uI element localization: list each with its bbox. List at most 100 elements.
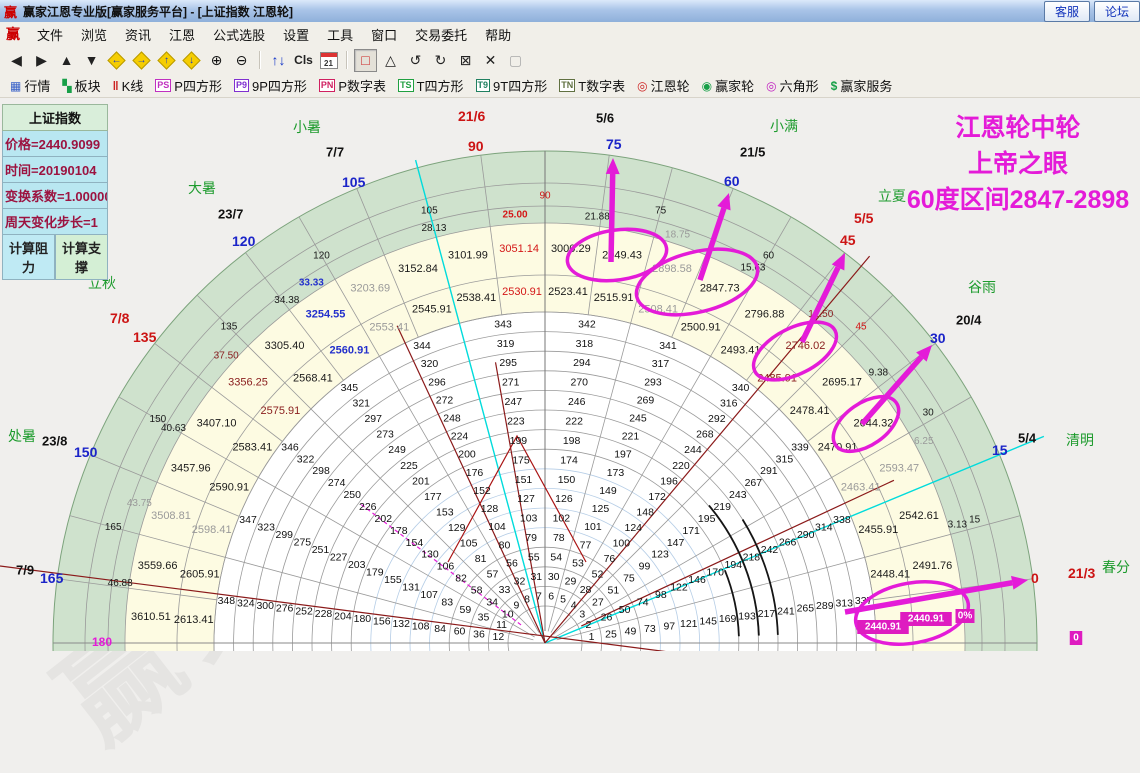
degree-ring-label: 120 — [313, 250, 330, 261]
diamond-right-icon[interactable]: → — [130, 49, 153, 72]
zoom-out-icon[interactable]: ⊖ — [230, 49, 253, 72]
ribbon-item-t-table[interactable]: TN T数字表 — [553, 75, 631, 96]
price-row: 价格=2440.9099 — [2, 131, 108, 157]
nav-left-icon[interactable]: ◀ — [5, 49, 28, 72]
calendar-icon[interactable]: 21 — [317, 49, 340, 72]
cls-button[interactable]: Cls — [292, 49, 315, 72]
spiral-number: 244 — [684, 444, 702, 456]
spiral-number: 267 — [745, 477, 763, 489]
solar-term-label: 春分 — [1102, 559, 1130, 575]
panel-rows: 价格=2440.9099 时间=20190104 变换系数=1.00000 周天变化步… — [2, 131, 108, 235]
chat-bubble-icon[interactable]: ▢ — [504, 49, 527, 72]
ribbon-item-market[interactable]: ▦ 行情 — [4, 75, 56, 96]
calc-resistance-button[interactable]: 计算阻力 — [2, 235, 55, 280]
spiral-number: 274 — [328, 477, 346, 489]
support-button[interactable]: 客服 — [1043, 0, 1090, 22]
diamond-down-icon[interactable]: ↓ — [180, 49, 203, 72]
ribbon-item-sector[interactable]: ▚ 板块 — [56, 75, 106, 96]
ribbon-item-9p-square[interactable]: P9 9P四方形 — [228, 75, 313, 96]
calc-support-button[interactable]: 计算支撑 — [55, 235, 108, 280]
spiral-number: 299 — [276, 529, 294, 541]
ribbon-item-9t-square[interactable]: T9 9T四方形 — [470, 75, 554, 96]
menu-item-window[interactable]: 窗口 — [362, 23, 406, 46]
feature-ribbon: ▦ 行情 ▚ 板块 ‖ K线 PS P四方形 P9 9P四方形 PN P数字表 TS T四方形 T9 9T四方… — [0, 74, 1140, 98]
menu-item-tools[interactable]: 工具 — [318, 23, 362, 46]
brand-icon: 赢 — [6, 26, 20, 42]
degree-ring-label: 105 — [421, 206, 438, 217]
diamond-arrow: → — [136, 54, 147, 66]
spiral-number: 339 — [791, 441, 809, 453]
ribbon-item-winner-service[interactable]: $ 赢家服务 — [825, 75, 899, 96]
ribbon-item-p-table[interactable]: PN P数字表 — [313, 75, 392, 96]
spiral-number: 53 — [572, 557, 584, 569]
spiral-number: 340 — [732, 382, 750, 394]
ribbon-label-t-table: T数字表 — [578, 79, 626, 94]
rotate-ccw-icon[interactable]: ↺ — [404, 49, 427, 72]
ribbon-item-t-square[interactable]: TS T四方形 — [392, 75, 469, 96]
degree-ring-label: 150 — [150, 414, 167, 425]
menu-item-trade[interactable]: 交易委托 — [406, 23, 476, 46]
flag-down-icon[interactable]: ▼ — [80, 49, 103, 72]
spiral-number: 108 — [412, 621, 430, 633]
hexagon-icon: ◎ — [766, 78, 777, 93]
ribbon-label-winner-service: 赢家服务 — [840, 79, 893, 94]
menu-item-help[interactable]: 帮助 — [476, 23, 520, 46]
spiral-number: 56 — [506, 557, 518, 569]
menu-item-settings[interactable]: 设置 — [274, 23, 318, 46]
forum-button[interactable]: 论坛 — [1093, 0, 1140, 22]
menu-item-gann[interactable]: 江恩 — [160, 23, 204, 46]
menu-item-formula-stock[interactable]: 公式选股 — [204, 23, 274, 46]
updown-icon[interactable]: ↑↓ — [267, 49, 290, 72]
toolbar-separator — [259, 51, 261, 69]
menu-item-browse[interactable]: 浏览 — [72, 23, 116, 46]
degree-ring-label: 60 — [763, 250, 775, 261]
spiral-number: 35 — [478, 612, 490, 624]
diamond-left-icon[interactable]: ← — [105, 49, 128, 72]
menu-item-info[interactable]: 资讯 — [116, 23, 160, 46]
outer-price-label: 2542.61 — [899, 510, 939, 522]
spiral-number: 221 — [622, 431, 640, 443]
zoom-in-icon[interactable]: ⊕ — [205, 49, 228, 72]
spiral-number: 222 — [565, 416, 583, 428]
flag-up-icon[interactable]: ▲ — [55, 49, 78, 72]
ribbon-label-winner-wheel: 赢家轮 — [715, 79, 755, 94]
spiral-number: 51 — [608, 585, 620, 597]
solar-term-label: 大暑 — [188, 180, 216, 196]
spiral-number: 73 — [644, 623, 656, 635]
ribbon-item-gann-wheel[interactable]: ◎ 江恩轮 — [631, 75, 696, 96]
toolbar: ◀ ▶ ▲ ▼ ← → ↑ ↓ ⊕ ⊖ ↑↓ Cls 21 □ △ ↺ ↻ ⊠ ✕ ▢ — [0, 46, 1140, 75]
degree-label: 105 — [342, 174, 366, 190]
menu-item-file[interactable]: 文件 — [28, 23, 72, 46]
nav-right-icon[interactable]: ▶ — [30, 49, 53, 72]
spiral-number: 12 — [493, 631, 505, 643]
ribbon-item-p-square[interactable]: PS P四方形 — [149, 75, 228, 96]
spiral-number: 300 — [256, 600, 274, 612]
rotate-cw-icon[interactable]: ↻ — [429, 49, 452, 72]
spiral-number: 200 — [458, 449, 476, 461]
inner-price-label: 2575.91 — [260, 405, 300, 417]
percent-ring-label: 34.38 — [274, 295, 299, 306]
spiral-number: 324 — [237, 598, 255, 610]
spiral-number: 26 — [601, 612, 613, 624]
collapse-icon[interactable]: ✕ — [479, 49, 502, 72]
spiral-number: 126 — [555, 493, 573, 505]
ribbon-label-market: 行情 — [24, 79, 51, 94]
ribbon-item-kline[interactable]: ‖ K线 — [107, 75, 150, 96]
percent-ring-label: 3.13 — [948, 519, 968, 530]
inner-price-label: 2553.41 — [369, 321, 409, 333]
spiral-number: 269 — [637, 394, 655, 406]
percent-ring-label: 37.50 — [214, 350, 239, 361]
diamond-up-icon[interactable]: ↑ — [155, 49, 178, 72]
inner-price-label: 2538.41 — [456, 292, 496, 304]
spiral-number: 154 — [406, 537, 424, 549]
rect-tool-icon[interactable]: □ — [354, 48, 377, 72]
spiral-number: 6 — [548, 590, 554, 602]
xbox-icon[interactable]: ⊠ — [454, 49, 477, 72]
ribbon-item-hexagon[interactable]: ◎ 六角形 — [760, 75, 825, 96]
triangle-tool-icon[interactable]: △ — [379, 49, 402, 72]
spiral-number: 173 — [607, 467, 625, 479]
calendar-glyph: 21 — [319, 51, 338, 69]
ribbon-item-winner-wheel[interactable]: ◉ 赢家轮 — [696, 75, 761, 96]
percent-ring-label: 25.00 — [503, 210, 528, 221]
spiral-number: 245 — [629, 412, 647, 424]
